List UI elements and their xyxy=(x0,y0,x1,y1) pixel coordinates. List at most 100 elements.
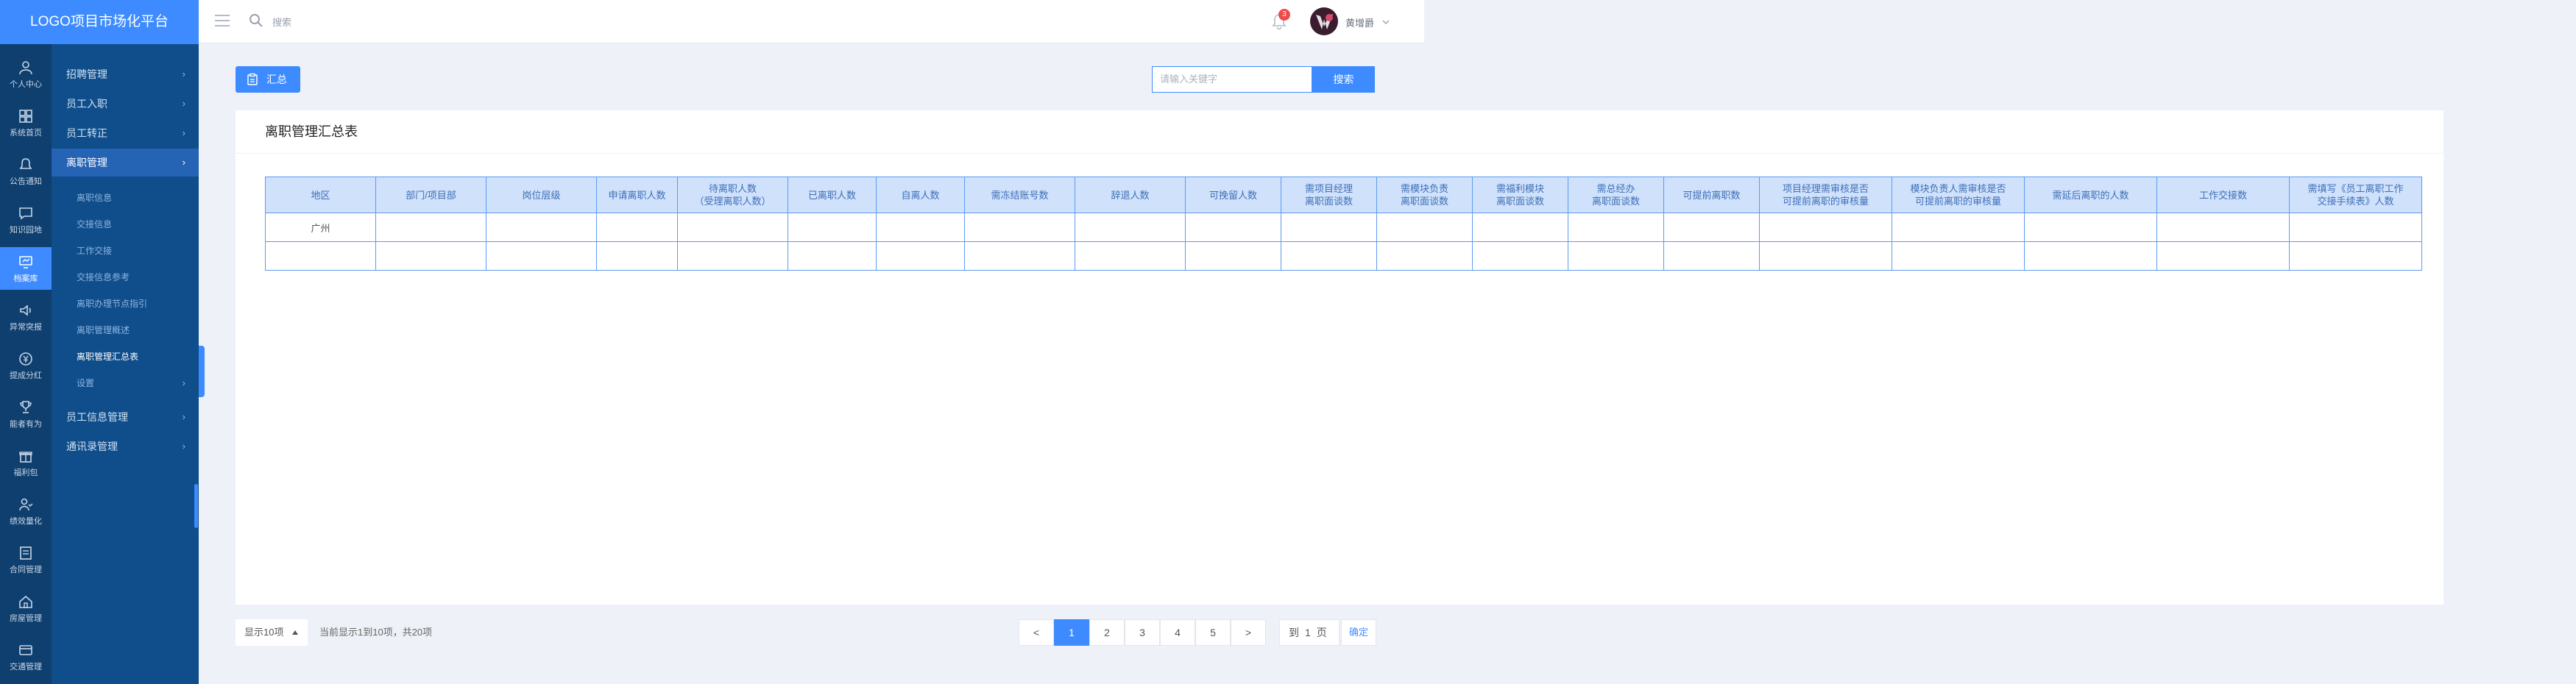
submenu-item-handover-reference[interactable]: 交接信息参考 xyxy=(52,265,199,290)
iconbar-item-home[interactable]: 系统首页 xyxy=(0,101,52,144)
column-header: 辞退人数 xyxy=(1075,177,1186,213)
table-cell xyxy=(486,213,597,242)
goto-confirm-button[interactable]: 确定 xyxy=(1341,619,1376,646)
app-title: LOGO项目市场化平台 xyxy=(0,0,199,44)
submenu-item-handover-info[interactable]: 交接信息 xyxy=(52,212,199,237)
sidebar-collapse-handle[interactable] xyxy=(199,346,205,397)
iconbar-label: 系统首页 xyxy=(10,129,42,138)
chevron-down-icon[interactable] xyxy=(1381,15,1390,29)
table-cell xyxy=(1075,241,1186,271)
iconbar-label: 异常突报 xyxy=(10,323,42,332)
table-cell xyxy=(677,241,788,271)
iconbar-item-archive[interactable]: 档案库 xyxy=(0,247,52,290)
page-button[interactable]: 5 xyxy=(1195,619,1231,646)
submenu-item-resignation-info[interactable]: 离职信息 xyxy=(52,185,199,210)
column-header: 项目经理需审核是否 可提前离职的审核量 xyxy=(1759,177,1892,213)
summary-button[interactable]: 汇总 xyxy=(236,66,300,93)
page-button[interactable]: 4 xyxy=(1160,619,1195,646)
menu-item-contacts[interactable]: 通讯录管理 › xyxy=(52,432,199,460)
menu-item-recruitment[interactable]: 招聘管理 › xyxy=(52,60,199,88)
iconbar-item-report[interactable]: 异常突报 xyxy=(0,296,52,338)
table-cell xyxy=(1568,241,1664,271)
column-header: 需填写《员工离职工作 交接手续表》人数 xyxy=(2289,177,2422,213)
goto-page-input[interactable]: 到1页 xyxy=(1279,619,1340,646)
caret-up-icon xyxy=(292,630,298,635)
menu-item-resignation[interactable]: 离职管理 › xyxy=(52,149,199,177)
next-page-button[interactable]: > xyxy=(1231,619,1266,646)
top-search-text[interactable]: 搜索 xyxy=(272,15,291,29)
iconbar-item-knowledge[interactable]: 知识园地 xyxy=(0,199,52,241)
page-size-select[interactable]: 显示10项 xyxy=(236,619,308,646)
table-cell xyxy=(876,241,965,271)
table-cell xyxy=(788,241,877,271)
username[interactable]: 黄增爵 xyxy=(1345,15,1374,29)
page-title: 离职管理汇总表 xyxy=(265,124,358,139)
table-cell xyxy=(1892,213,2025,242)
submenu-item-settings[interactable]: 设置 › xyxy=(52,369,199,397)
iconbar-item-notice[interactable]: 公告通知 xyxy=(0,150,52,193)
prev-page-button[interactable]: < xyxy=(1019,619,1054,646)
hamburger-icon[interactable] xyxy=(215,15,230,26)
column-header: 工作交接数 xyxy=(2156,177,2290,213)
menu-item-label: 通讯录管理 xyxy=(66,441,118,452)
page-button[interactable]: 2 xyxy=(1089,619,1125,646)
iconbar-item-contract[interactable]: 合同管理 xyxy=(0,538,52,581)
clipboard-icon xyxy=(247,73,258,85)
table-cell xyxy=(1663,213,1760,242)
iconbar-item-personal[interactable]: 个人中心 xyxy=(0,53,52,96)
table-cell xyxy=(2024,213,2157,242)
table-header-row: 地区 部门/项目部 岗位层级 申请离职人数 待离职人数 （受理离职人数） 已离职… xyxy=(265,177,2422,213)
page-button[interactable]: 1 xyxy=(1054,619,1089,646)
column-header: 待离职人数 （受理离职人数） xyxy=(677,177,788,213)
page-button[interactable]: 3 xyxy=(1125,619,1160,646)
search-icon[interactable] xyxy=(249,13,263,28)
menu-item-label: 员工入职 xyxy=(66,98,107,110)
iconbar-item-performance[interactable]: 绩效量化 xyxy=(0,490,52,532)
submenu-item-work-handover[interactable]: 工作交接 xyxy=(52,238,199,263)
grid-icon xyxy=(19,110,32,123)
keyword-search-input[interactable]: 请输入关键字 xyxy=(1152,66,1312,93)
goto-page-value[interactable]: 1 xyxy=(1305,620,1311,645)
table-cell xyxy=(1759,213,1892,242)
column-header: 需项目经理 离职面谈数 xyxy=(1281,177,1377,213)
menu-scrollbar[interactable] xyxy=(194,484,198,528)
table-cell xyxy=(2289,213,2422,242)
iconbar-label: 档案库 xyxy=(13,274,38,283)
iconbar-label: 合同管理 xyxy=(10,566,42,574)
menu-item-label: 员工信息管理 xyxy=(66,411,128,423)
table-cell xyxy=(596,213,678,242)
table-cell xyxy=(2289,241,2422,271)
column-header: 需模块负责 离职面谈数 xyxy=(1376,177,1473,213)
iconbar-label: 福利包 xyxy=(13,469,38,477)
iconbar-item-achievers[interactable]: 能者有为 xyxy=(0,393,52,435)
chevron-right-icon: › xyxy=(182,441,185,452)
menu-item-employee-info[interactable]: 员工信息管理 › xyxy=(52,403,199,431)
secondary-menu: 招聘管理 › 员工入职 › 员工转正 › 离职管理 › 离职信息 交接信息 工作交接 交… xyxy=(52,44,199,684)
trophy-icon xyxy=(20,401,32,413)
submenu-item-summary-table[interactable]: 离职管理汇总表 xyxy=(52,344,199,369)
iconbar-item-bonus[interactable]: 提成分红 xyxy=(0,344,52,387)
table-cell xyxy=(1281,213,1377,242)
menu-item-regularization[interactable]: 员工转正 › xyxy=(52,119,199,147)
submenu-item-overview[interactable]: 离职管理概述 xyxy=(52,318,199,343)
search-button[interactable]: 搜索 xyxy=(1312,66,1375,93)
column-header: 申请离职人数 xyxy=(596,177,678,213)
menu-item-onboarding[interactable]: 员工入职 › xyxy=(52,90,199,118)
avatar[interactable] xyxy=(1310,7,1338,35)
iconbar-item-housing[interactable]: 房屋管理 xyxy=(0,587,52,630)
table-cell xyxy=(677,213,788,242)
iconbar-label: 提成分红 xyxy=(10,371,42,380)
iconbar-item-welfare[interactable]: 福利包 xyxy=(0,441,52,484)
table-cell xyxy=(1376,213,1473,242)
column-header: 可提前离职数 xyxy=(1663,177,1760,213)
card-icon xyxy=(19,645,32,655)
column-header: 已离职人数 xyxy=(788,177,877,213)
chevron-right-icon: › xyxy=(182,157,185,168)
chevron-right-icon: › xyxy=(182,411,185,422)
submenu-item-process-guide[interactable]: 离职办理节点指引 xyxy=(52,291,199,316)
pagination-info: 当前显示1到10项，共20项 xyxy=(319,627,433,638)
menu-item-label: 设置 xyxy=(77,378,95,388)
iconbar-label: 个人中心 xyxy=(10,80,42,89)
top-bar: 搜索 3 黄增爵 xyxy=(199,0,1424,43)
iconbar-item-transport[interactable]: 交通管理 xyxy=(0,635,52,678)
